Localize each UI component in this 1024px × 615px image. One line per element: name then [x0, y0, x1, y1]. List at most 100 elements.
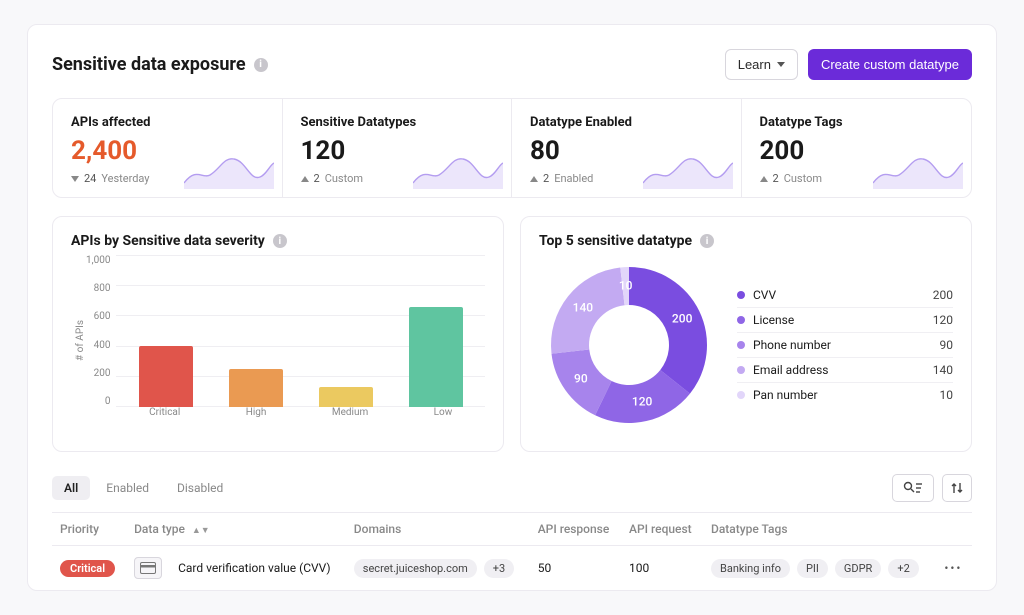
- kpi-card[interactable]: Sensitive Datatypes 120 2 Custom: [283, 99, 513, 197]
- legend-dot: [737, 316, 745, 324]
- arrow-up-icon: [530, 176, 538, 182]
- bar-chart-card: APIs by Sensitive data severity i # of A…: [52, 216, 504, 452]
- learn-label: Learn: [738, 57, 771, 72]
- donut-slice-label: 10: [619, 278, 633, 292]
- kpi-card[interactable]: Datatype Tags 200 2 Custom: [742, 99, 972, 197]
- info-icon[interactable]: i: [273, 234, 287, 248]
- donut-wrap: 200 120 90 140 10 CVV 200 License 120 Phone …: [539, 255, 953, 435]
- donut-slice[interactable]: [629, 267, 707, 394]
- search-filter-icon: [903, 481, 923, 495]
- search-filter-button[interactable]: [892, 474, 934, 502]
- header-actions: Learn Create custom datatype: [725, 49, 972, 80]
- donut-slice-label: 140: [573, 300, 594, 314]
- info-icon[interactable]: i: [254, 58, 268, 72]
- tag-chip[interactable]: GDPR: [835, 559, 881, 578]
- datatype-name: Card verification value (CVV): [170, 546, 346, 591]
- legend-row[interactable]: Email address 140: [737, 358, 953, 383]
- arrow-up-icon: [301, 176, 309, 182]
- info-icon[interactable]: i: [700, 234, 714, 248]
- tab-enabled[interactable]: Enabled: [94, 476, 161, 500]
- legend-dot: [737, 391, 745, 399]
- legend-name: Phone number: [753, 338, 831, 352]
- donut-svg: 200 120 90 140 10: [539, 255, 719, 435]
- legend-name: Pan number: [753, 388, 818, 402]
- legend-value: 10: [940, 388, 954, 402]
- legend-name: Email address: [753, 363, 828, 377]
- table-section: AllEnabledDisabled: [52, 474, 972, 590]
- bar-medium[interactable]: [319, 387, 373, 407]
- arrow-up-icon: [760, 176, 768, 182]
- col-datatype[interactable]: Data type ▲▼: [126, 513, 346, 546]
- kpi-card[interactable]: APIs affected 2,400 24 Yesterday: [53, 99, 283, 197]
- donut-card-header: Top 5 sensitive datatype i: [539, 233, 953, 249]
- bar-low[interactable]: [409, 307, 463, 407]
- priority-badge: Critical: [60, 560, 115, 577]
- charts-row: APIs by Sensitive data severity i # of A…: [52, 216, 972, 452]
- kpi-delta-value: 2: [543, 172, 549, 185]
- legend-value: 120: [933, 313, 953, 327]
- tag-chip[interactable]: PII: [797, 559, 828, 578]
- tag-chip[interactable]: Banking info: [711, 559, 790, 578]
- bars-group: [116, 255, 485, 407]
- legend-row[interactable]: Pan number 10: [737, 383, 953, 407]
- kpi-delta-suffix: Custom: [784, 172, 822, 185]
- x-tick: Low: [434, 407, 453, 425]
- sparkline: [413, 149, 503, 189]
- x-tick: High: [246, 407, 267, 425]
- table-tabs: AllEnabledDisabled: [52, 476, 235, 500]
- legend-row[interactable]: Phone number 90: [737, 333, 953, 358]
- sort-button[interactable]: [942, 474, 972, 502]
- y-tick: 400: [86, 340, 110, 351]
- col-tags[interactable]: Datatype Tags: [703, 513, 936, 546]
- kpi-label: Sensitive Datatypes: [301, 115, 494, 130]
- row-actions-button[interactable]: •••: [944, 561, 962, 575]
- tab-all[interactable]: All: [52, 476, 90, 500]
- legend-value: 90: [940, 338, 954, 352]
- col-domains[interactable]: Domains: [346, 513, 530, 546]
- y-tick: 800: [86, 283, 110, 294]
- bar-high[interactable]: [229, 369, 283, 407]
- y-axis-label: # of APIs: [71, 255, 86, 425]
- legend-row[interactable]: CVV 200: [737, 283, 953, 308]
- x-axis-ticks: CriticalHighMediumLow: [116, 407, 485, 425]
- donut-slice-label: 120: [632, 395, 653, 409]
- legend-value: 200: [933, 288, 953, 302]
- kpi-row: APIs affected 2,400 24 Yesterday Sensiti…: [52, 98, 972, 198]
- bar-critical[interactable]: [139, 346, 193, 407]
- legend-value: 140: [933, 363, 953, 377]
- arrow-down-icon: [71, 176, 79, 182]
- page-header: Sensitive data exposure i Learn Create c…: [52, 49, 972, 80]
- table-toolbar: AllEnabledDisabled: [52, 474, 972, 502]
- kpi-card[interactable]: Datatype Enabled 80 2 Enabled: [512, 99, 742, 197]
- create-datatype-button[interactable]: Create custom datatype: [808, 49, 972, 80]
- title-group: Sensitive data exposure i: [52, 54, 268, 75]
- legend-dot: [737, 291, 745, 299]
- kpi-delta-value: 24: [84, 172, 96, 185]
- table-head: Priority Data type ▲▼ Domains API respon…: [52, 513, 972, 546]
- col-api-request[interactable]: API request: [621, 513, 703, 546]
- table-row[interactable]: Critical Card verification value (CVV) s…: [52, 546, 972, 591]
- table-body: Critical Card verification value (CVV) s…: [52, 546, 972, 591]
- legend-row[interactable]: License 120: [737, 308, 953, 333]
- tab-disabled[interactable]: Disabled: [165, 476, 235, 500]
- donut-slice-label: 200: [672, 312, 693, 326]
- kpi-label: Datatype Tags: [760, 115, 954, 130]
- kpi-label: Datatype Enabled: [530, 115, 723, 130]
- tag-extra-chip[interactable]: +2: [888, 559, 918, 578]
- sort-caret-icon: ▲▼: [192, 525, 210, 536]
- y-tick: 0: [86, 396, 110, 407]
- domain-extra-chip[interactable]: +3: [484, 559, 514, 578]
- sparkline: [873, 149, 963, 189]
- bar-card-header: APIs by Sensitive data severity i: [71, 233, 485, 249]
- kpi-delta-suffix: Yesterday: [101, 172, 149, 185]
- card-icon: [134, 557, 162, 579]
- learn-button[interactable]: Learn: [725, 49, 798, 80]
- datatype-table: Priority Data type ▲▼ Domains API respon…: [52, 512, 972, 590]
- col-priority[interactable]: Priority: [52, 513, 126, 546]
- y-tick: 600: [86, 311, 110, 322]
- x-tick: Critical: [149, 407, 180, 425]
- domain-chip[interactable]: secret.juiceshop.com: [354, 559, 477, 578]
- donut-slice-label: 90: [574, 371, 588, 385]
- kpi-label: APIs affected: [71, 115, 264, 130]
- col-api-response[interactable]: API response: [530, 513, 621, 546]
